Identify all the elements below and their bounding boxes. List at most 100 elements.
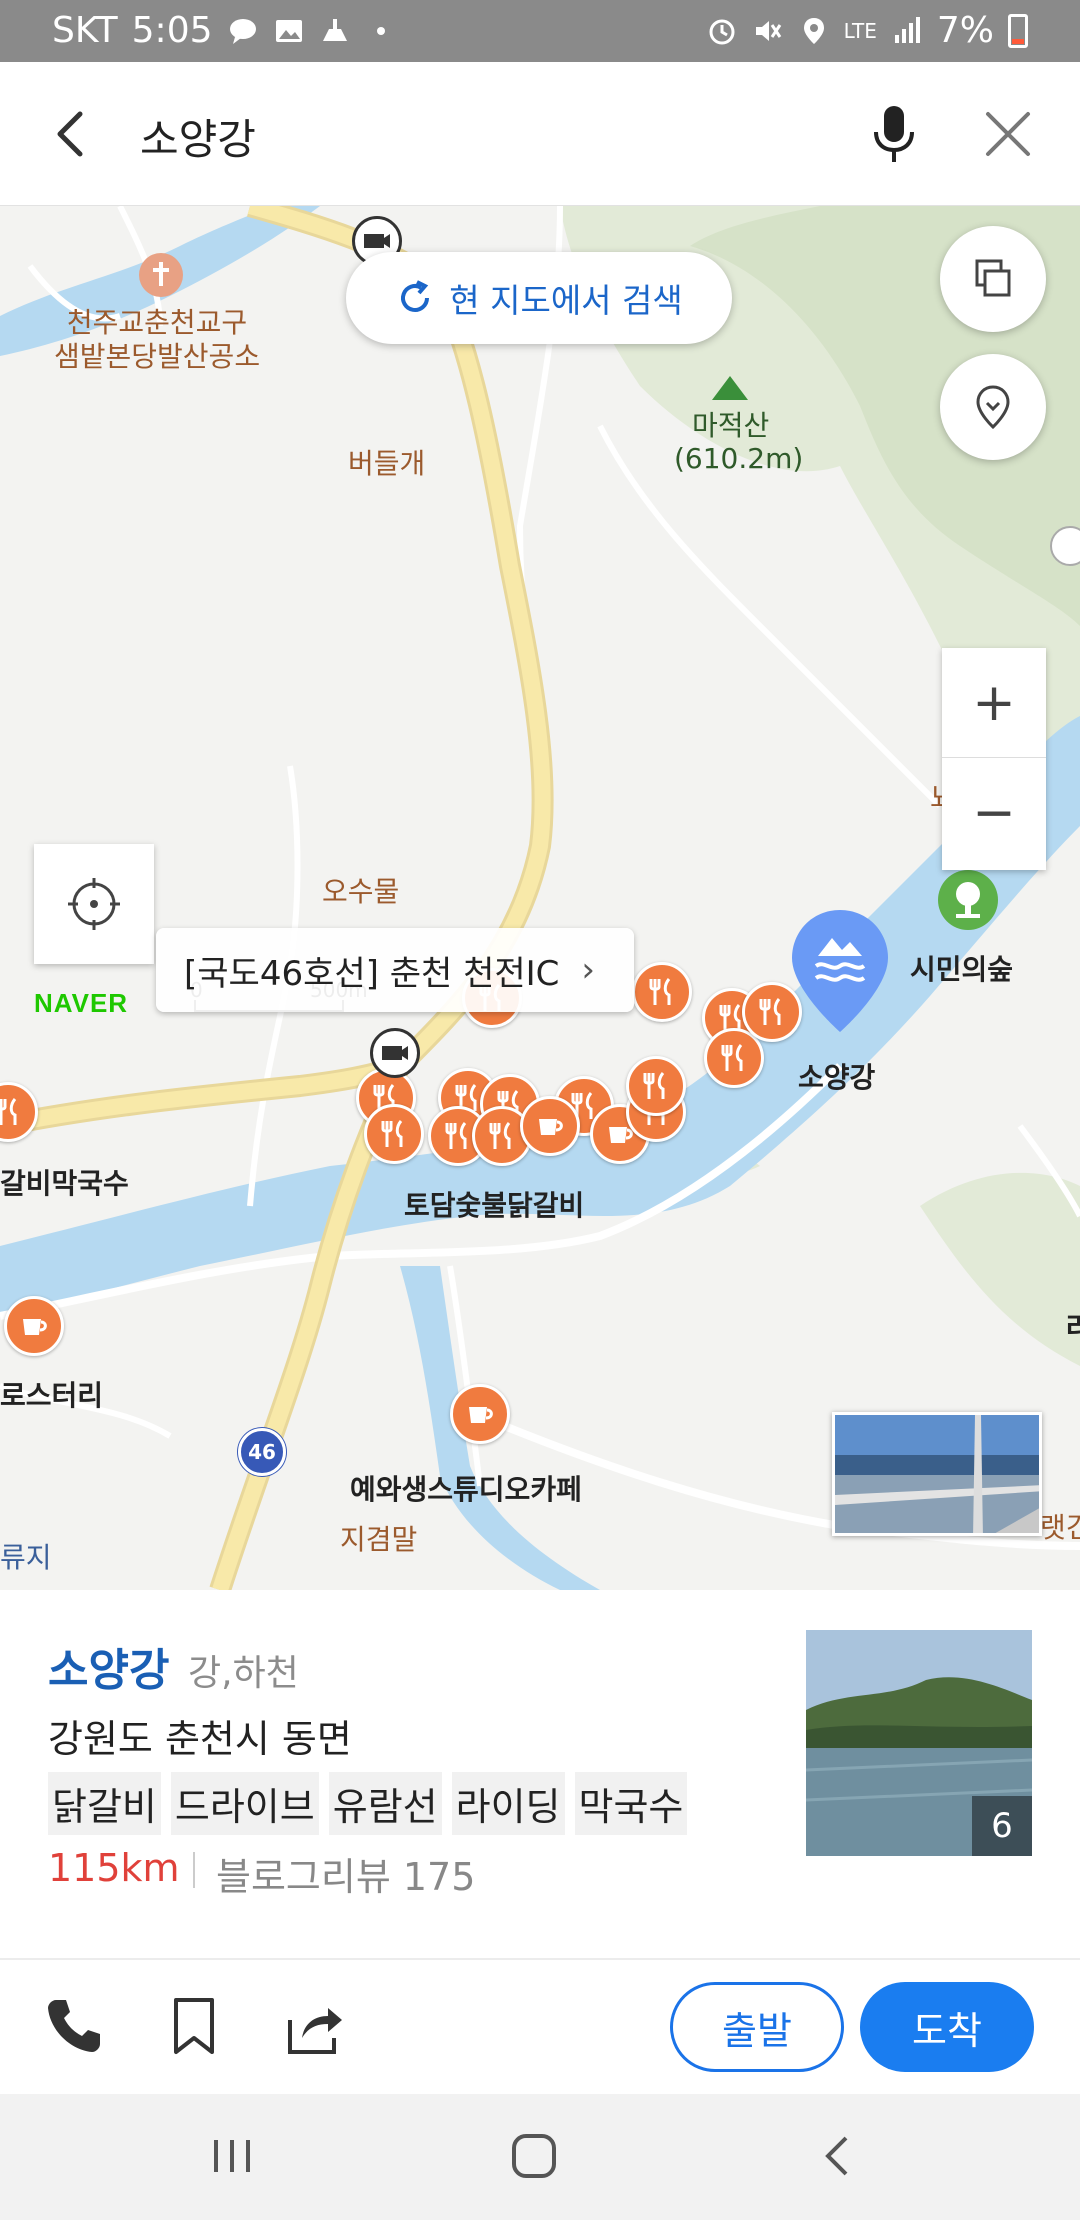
status-left: SKT 5:05	[52, 10, 397, 51]
mountain-elevation: (610.2m)	[674, 442, 804, 475]
zoom-out-button[interactable]: −	[942, 758, 1046, 868]
route-sign: 46	[238, 1428, 286, 1476]
home-icon[interactable]	[502, 2124, 566, 2188]
mountain-icon	[712, 376, 748, 400]
network-type: LTE	[843, 18, 877, 43]
place-label-jigyeommal[interactable]: 지겸말	[340, 1518, 417, 1558]
tag[interactable]: 막국수	[574, 1772, 688, 1835]
depart-button[interactable]: 출발	[670, 1982, 844, 2072]
church-label[interactable]: 천주교춘천교구 샘밭본당발산공소	[54, 306, 260, 374]
restaurant-pin[interactable]	[364, 1104, 424, 1164]
naver-logo: NAVER	[34, 988, 129, 1018]
restaurant-label-makguksu[interactable]: 갈비막국수	[0, 1162, 129, 1202]
status-bar: SKT 5:05 LTE 7%	[0, 0, 1080, 62]
fork-knife-icon	[649, 978, 671, 1005]
search-query[interactable]: 소양강	[140, 106, 256, 167]
bookmark-icon[interactable]	[162, 1994, 226, 2058]
cafe-pin[interactable]	[520, 1096, 580, 1156]
park-icon[interactable]	[936, 868, 1000, 932]
zoom-control: + −	[942, 648, 1046, 870]
divider	[193, 1852, 195, 1888]
edge-label-mid-right: 라	[1066, 1311, 1080, 1344]
place-address: 강원도 춘천시 동면	[48, 1717, 352, 1761]
forest-label[interactable]: 시민의숲	[910, 948, 1013, 988]
phone-icon[interactable]	[42, 1994, 106, 2058]
tag[interactable]: 유람선	[328, 1772, 442, 1835]
cafe-label-roastery[interactable]: 로스터리	[0, 1374, 103, 1414]
edge-label-left: 류지	[0, 1541, 52, 1574]
share-icon[interactable]	[282, 1994, 346, 2058]
place-tags: 닭갈비 드라이브 유람선 라이딩 막국수	[48, 1772, 688, 1835]
battery-percent: 7%	[936, 10, 994, 51]
restaurant-label-todam[interactable]: 토담숯불닭갈비	[404, 1184, 584, 1224]
search-header: 소양강	[0, 62, 1080, 206]
recent-apps-icon[interactable]	[200, 2124, 264, 2188]
fork-knife-icon	[721, 1044, 743, 1071]
road-tooltip-label: [국도46호선] 춘천 천전IC	[184, 953, 560, 994]
place-label-osumul[interactable]: 오수물	[322, 870, 399, 910]
tag[interactable]: 라이딩	[451, 1772, 565, 1835]
coffee-cup-icon	[469, 1407, 493, 1423]
place-info-panel[interactable]: 소양강 강,하천 강원도 춘천시 동면 닭갈비 드라이브 유람선 라이딩 막국수…	[0, 1590, 1080, 1958]
layers-icon	[975, 259, 1011, 297]
restaurant-pin[interactable]	[742, 982, 802, 1042]
fork-knife-icon	[489, 1122, 511, 1149]
cafe-pin[interactable]	[4, 1296, 64, 1356]
fork-knife-icon	[643, 1072, 665, 1099]
tag[interactable]: 드라이브	[170, 1772, 319, 1835]
tag[interactable]: 닭갈비	[48, 1772, 161, 1835]
place-name[interactable]: 소양강	[48, 1634, 169, 1698]
location-icon	[803, 17, 824, 44]
arrive-button[interactable]: 도착	[860, 1982, 1034, 2072]
map-base	[0, 206, 1080, 1590]
crosshair-icon	[68, 878, 120, 930]
action-bar: 출발 도착	[0, 1958, 1080, 2094]
cleaner-icon	[322, 18, 347, 41]
road-tooltip[interactable]: [국도46호선] 춘천 천전IC ›	[156, 928, 634, 1012]
signal-icon	[894, 16, 920, 43]
photo-count: 6	[972, 1796, 1032, 1856]
speed-camera-icon	[370, 1028, 420, 1078]
restaurant-pin[interactable]	[632, 962, 692, 1022]
church-icon[interactable]	[136, 250, 186, 300]
battery-icon	[1008, 13, 1028, 48]
coffee-cup-icon	[23, 1319, 47, 1335]
search-this-area-label: 현 지도에서 검색	[449, 281, 683, 320]
refresh-icon	[401, 280, 430, 312]
poi-filter-button[interactable]	[940, 354, 1046, 460]
mountain-name[interactable]: 마적산	[692, 404, 769, 444]
place-category: 강,하천	[188, 1653, 299, 1694]
blog-review-count[interactable]: 블로그리뷰 175	[216, 1846, 475, 1901]
river-pin-icon[interactable]	[788, 906, 892, 1036]
carrier: SKT	[52, 10, 118, 51]
map-pin-icon	[976, 385, 1010, 430]
close-icon[interactable]	[972, 98, 1044, 170]
street-view-image	[835, 1415, 1039, 1533]
fork-knife-icon	[759, 998, 781, 1025]
distance: 115km	[48, 1846, 180, 1890]
back-nav-icon[interactable]	[806, 2124, 870, 2188]
clock: 5:05	[131, 10, 213, 51]
place-photo[interactable]: 6	[806, 1630, 1032, 1856]
map[interactable]: 천주교춘천교구 샘밭본당발산공소 마적산 (610.2m) 버들개 오수물 지겸…	[0, 206, 1080, 1590]
edge-label-bottom-right: 랫건	[1040, 1511, 1080, 1544]
river-label[interactable]: 소양강	[798, 1056, 875, 1096]
mic-icon[interactable]	[858, 98, 930, 170]
zoom-in-button[interactable]: +	[942, 648, 1046, 758]
more-notifications-icon	[376, 26, 385, 35]
alarm-icon	[709, 19, 735, 44]
talk-icon	[229, 18, 256, 44]
layers-button[interactable]	[940, 226, 1046, 332]
back-button[interactable]	[36, 98, 108, 170]
fork-knife-icon	[445, 1122, 467, 1149]
status-right: LTE 7%	[706, 10, 1028, 51]
coffee-cup-icon	[539, 1119, 563, 1135]
street-view-thumbnail[interactable]	[832, 1412, 1042, 1536]
place-label-beodeulgae[interactable]: 버들개	[348, 442, 425, 482]
restaurant-pin[interactable]	[626, 1056, 686, 1116]
current-location-button[interactable]	[34, 844, 154, 964]
cafe-label-studio[interactable]: 예와생스튜디오카페	[350, 1468, 582, 1508]
mute-icon	[755, 20, 781, 41]
search-this-area-button[interactable]: 현 지도에서 검색	[346, 252, 732, 344]
cafe-pin[interactable]	[450, 1384, 510, 1444]
